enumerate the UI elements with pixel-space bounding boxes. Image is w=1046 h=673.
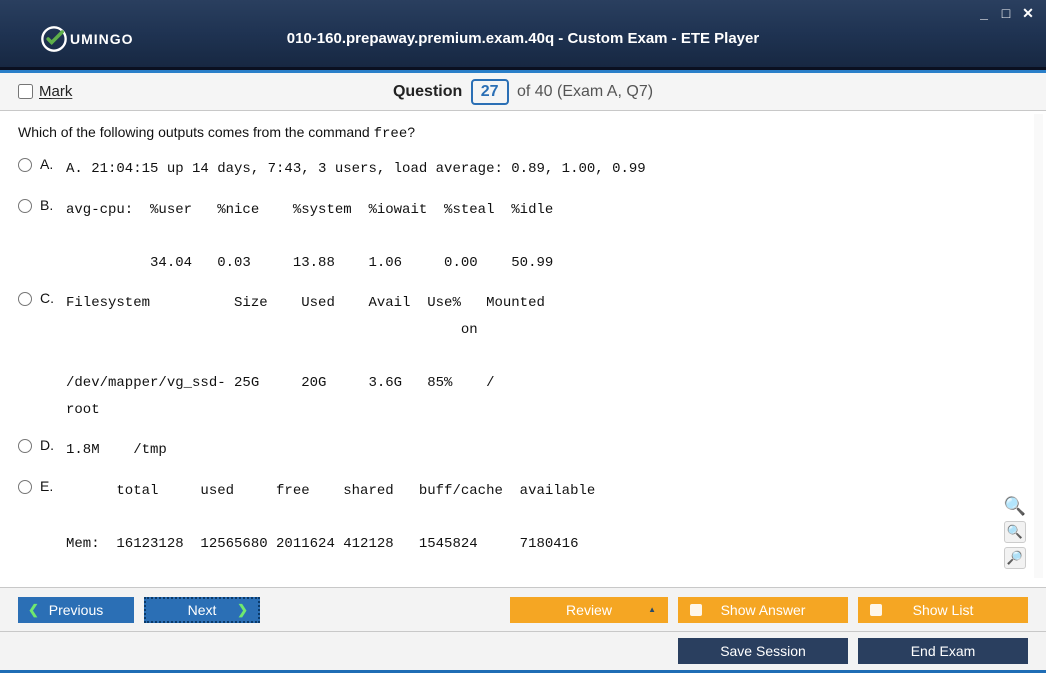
option-e-letter: E. bbox=[40, 478, 58, 494]
option-e-radio[interactable] bbox=[18, 480, 32, 494]
end-exam-button[interactable]: End Exam bbox=[858, 638, 1028, 664]
save-session-button[interactable]: Save Session bbox=[678, 638, 848, 664]
option-b-letter: B. bbox=[40, 197, 58, 213]
option-c-letter: C. bbox=[40, 290, 58, 306]
footer: ❮ Previous Next ❯ Review ▲ Show Answer S… bbox=[0, 587, 1046, 673]
question-number: 27 bbox=[471, 79, 509, 105]
window-controls: _ □ ✕ bbox=[976, 6, 1036, 20]
zoom-in-button[interactable]: 🔍 bbox=[1004, 521, 1026, 543]
question-header: Mark Question 27 of 40 (Exam A, Q7) bbox=[0, 73, 1046, 111]
option-c-radio[interactable] bbox=[18, 292, 32, 306]
scrollbar[interactable] bbox=[1034, 114, 1043, 578]
maximize-icon[interactable]: □ bbox=[998, 6, 1014, 20]
app-title: 010-160.prepaway.premium.exam.40q - Cust… bbox=[0, 30, 1046, 47]
option-b-body: avg-cpu: %user %nice %system %iowait %st… bbox=[66, 197, 553, 277]
arrow-left-icon: ❮ bbox=[28, 602, 39, 618]
arrow-right-icon: ❯ bbox=[237, 602, 248, 618]
footer-row-2: Save Session End Exam bbox=[0, 631, 1046, 673]
option-b-radio[interactable] bbox=[18, 199, 32, 213]
option-e[interactable]: E. total used free shared buff/cache ava… bbox=[18, 478, 1026, 558]
search-icon[interactable]: 🔍 bbox=[1004, 495, 1026, 517]
option-c[interactable]: C. Filesystem Size Used Avail Use% Mount… bbox=[18, 290, 1026, 423]
show-answer-button[interactable]: Show Answer bbox=[678, 597, 848, 623]
option-e-body: total used free shared buff/cache availa… bbox=[66, 478, 595, 558]
option-d-body: 1.8M /tmp bbox=[66, 437, 167, 464]
zoom-controls: 🔍 🔍 🔎 bbox=[1004, 495, 1026, 569]
option-d-radio[interactable] bbox=[18, 439, 32, 453]
zoom-out-button[interactable]: 🔎 bbox=[1004, 547, 1026, 569]
question-suffix: of 40 (Exam A, Q7) bbox=[517, 83, 653, 100]
question-prompt: Which of the following outputs comes fro… bbox=[18, 124, 1026, 142]
option-a-radio[interactable] bbox=[18, 158, 32, 172]
footer-row-1: ❮ Previous Next ❯ Review ▲ Show Answer S… bbox=[0, 587, 1046, 631]
option-d-letter: D. bbox=[40, 437, 58, 453]
next-button[interactable]: Next ❯ bbox=[144, 597, 260, 623]
option-a-letter: A. bbox=[40, 156, 58, 172]
triangle-up-icon: ▲ bbox=[648, 605, 656, 614]
show-list-button[interactable]: Show List bbox=[858, 597, 1028, 623]
minimize-icon[interactable]: _ bbox=[976, 6, 992, 20]
review-button[interactable]: Review ▲ bbox=[510, 597, 668, 623]
question-content: Which of the following outputs comes fro… bbox=[10, 114, 1034, 578]
option-a[interactable]: A. A. 21:04:15 up 14 days, 7:43, 3 users… bbox=[18, 156, 1026, 183]
option-c-body: Filesystem Size Used Avail Use% Mounted … bbox=[66, 290, 545, 423]
box-icon bbox=[870, 604, 882, 616]
question-indicator: Question 27 of 40 (Exam A, Q7) bbox=[0, 79, 1046, 105]
question-word: Question bbox=[393, 83, 462, 100]
titlebar: UMINGO 010-160.prepaway.premium.exam.40q… bbox=[0, 0, 1046, 70]
box-icon bbox=[690, 604, 702, 616]
previous-button[interactable]: ❮ Previous bbox=[18, 597, 134, 623]
option-b[interactable]: B. avg-cpu: %user %nice %system %iowait … bbox=[18, 197, 1026, 277]
option-d[interactable]: D. 1.8M /tmp bbox=[18, 437, 1026, 464]
option-a-body: A. 21:04:15 up 14 days, 7:43, 3 users, l… bbox=[66, 156, 646, 183]
close-icon[interactable]: ✕ bbox=[1020, 6, 1036, 20]
